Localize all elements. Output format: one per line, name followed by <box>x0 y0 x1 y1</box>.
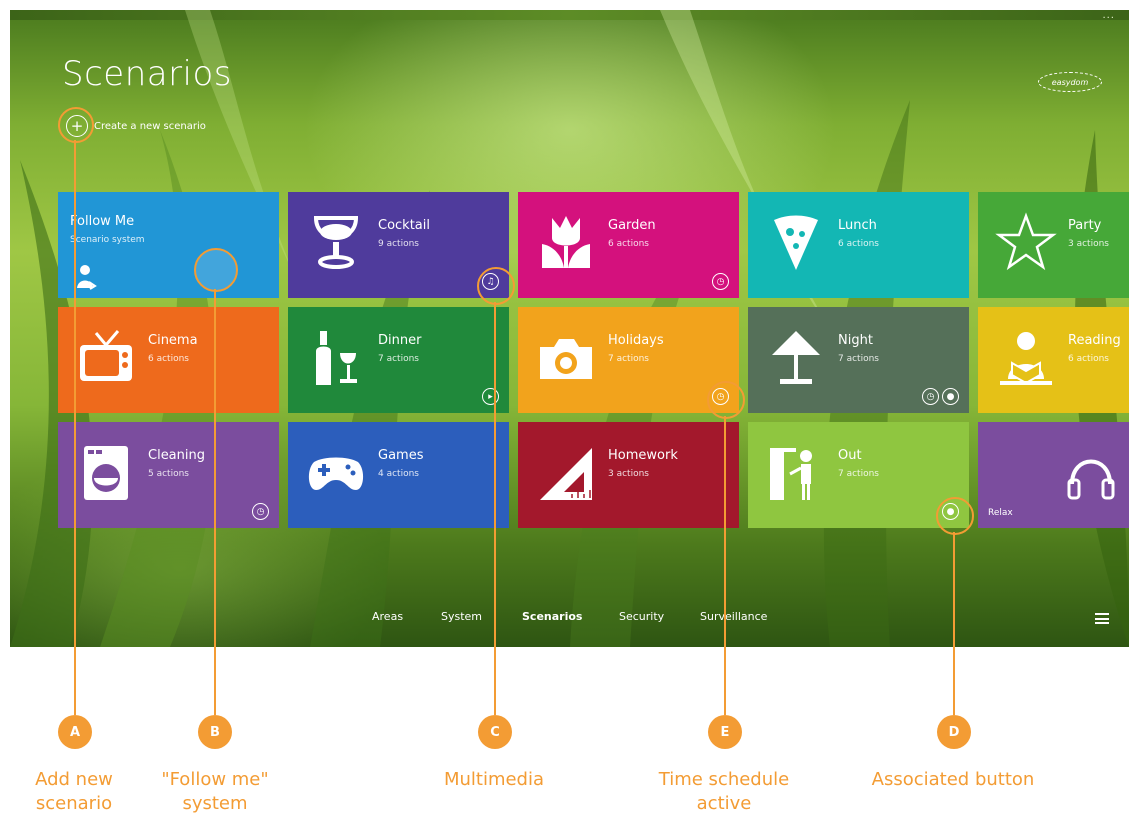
star-icon <box>995 212 1057 271</box>
camera-icon <box>540 339 592 379</box>
tile-sub: 7 actions <box>378 354 419 364</box>
tile-name: Games <box>378 448 424 463</box>
tile-sub: 4 actions <box>378 469 419 479</box>
tile-dinner[interactable]: Dinner 7 actions ▸ <box>288 307 509 413</box>
tile-homework[interactable]: Homework 3 actions <box>518 422 739 528</box>
callout-line-e <box>724 416 726 715</box>
tile-name: Follow Me <box>70 214 135 229</box>
callout-ring-d <box>936 497 974 535</box>
clock-icon: ◷ <box>252 503 269 520</box>
callout-caption-e: Time schedule active <box>658 769 790 814</box>
callout-caption-c: Multimedia <box>443 769 545 790</box>
clock-icon: ◷ <box>712 273 729 290</box>
tile-games[interactable]: Games 4 actions <box>288 422 509 528</box>
callout-caption-d: Associated button <box>871 769 1035 790</box>
person-icon <box>77 265 97 290</box>
callout-line-c <box>494 302 496 715</box>
reader-icon <box>1000 332 1052 385</box>
lamp-icon <box>772 331 820 384</box>
tile-sub: 5 actions <box>148 469 189 479</box>
callout-marker-b: B <box>198 715 232 749</box>
app-screen: ... Scenarios + Create a new scenario ea… <box>10 10 1129 647</box>
callout-marker-e: E <box>708 715 742 749</box>
callout-ring-b <box>194 248 238 292</box>
tile-sub: 3 actions <box>608 469 649 479</box>
tile-sub: 9 actions <box>378 239 419 249</box>
tile-sub: 6 actions <box>838 239 879 249</box>
gamepad-icon <box>308 457 364 490</box>
tile-name: Homework <box>608 448 678 463</box>
tile-name: Lunch <box>838 218 877 233</box>
tile-name: Night <box>838 333 873 348</box>
callout-ring-e <box>707 381 745 419</box>
glass-icon <box>313 216 359 269</box>
clock-icon: ◷ <box>922 388 939 405</box>
setsquare-icon <box>540 448 592 500</box>
tile-sub: 3 actions <box>1068 239 1109 249</box>
callout-ring-c <box>477 267 515 305</box>
tile-name: Dinner <box>378 333 422 348</box>
page-title: Scenarios <box>62 54 233 94</box>
exit-icon <box>770 448 812 500</box>
washer-icon <box>84 446 128 500</box>
callout-marker-a: A <box>58 715 92 749</box>
tile-name: Out <box>838 448 862 463</box>
tulip-icon <box>542 216 590 268</box>
tile-cocktail[interactable]: Cocktail 9 actions ♫ <box>288 192 509 298</box>
tile-holidays[interactable]: Holidays 7 actions ◷ <box>518 307 739 413</box>
tile-sub: Scenario system <box>70 235 145 245</box>
tile-garden[interactable]: Garden 6 actions ◷ <box>518 192 739 298</box>
pizza-icon <box>774 215 818 270</box>
nav-system[interactable]: System <box>441 610 482 623</box>
create-scenario-label: Create a new scenario <box>94 120 206 132</box>
tv-icon <box>80 330 132 381</box>
tile-name: Holidays <box>608 333 664 348</box>
play-icon: ▸ <box>482 388 499 405</box>
tile-name: Reading <box>1068 333 1121 348</box>
associated-button-icon: ● <box>942 388 959 405</box>
tile-night[interactable]: Night 7 actions ◷ ● <box>748 307 969 413</box>
headphones-icon <box>1067 459 1115 500</box>
tile-relax[interactable]: Relax <box>978 422 1129 528</box>
callout-marker-c: C <box>478 715 512 749</box>
menu-icon[interactable] <box>1095 613 1109 624</box>
tile-reading[interactable]: Reading 6 actions <box>978 307 1129 413</box>
tile-lunch[interactable]: Lunch 6 actions <box>748 192 969 298</box>
callout-line-d <box>953 532 955 715</box>
tile-name: Party <box>1068 218 1102 233</box>
tile-sub: 7 actions <box>838 354 879 364</box>
tile-name: Cleaning <box>148 448 205 463</box>
bottle-icon <box>316 331 357 385</box>
tile-name: Cinema <box>148 333 198 348</box>
callout-ring-a <box>58 107 94 143</box>
callout-caption-a: Add new scenario <box>35 769 113 814</box>
tile-sub: 6 actions <box>608 239 649 249</box>
callout-line-b <box>214 289 216 715</box>
tile-follow-me[interactable]: Follow Me Scenario system <box>58 192 279 298</box>
tile-sub: 6 actions <box>148 354 189 364</box>
callout-marker-d: D <box>937 715 971 749</box>
tile-cleaning[interactable]: Cleaning 5 actions ◷ <box>58 422 279 528</box>
tile-name: Relax <box>988 508 1013 518</box>
tile-party[interactable]: Party 3 actions <box>978 192 1129 298</box>
nav-areas[interactable]: Areas <box>372 610 403 623</box>
callout-line-a <box>74 140 76 715</box>
tile-name: Garden <box>608 218 656 233</box>
callout-caption-b: "Follow me" system <box>161 769 269 814</box>
tile-sub: 6 actions <box>1068 354 1109 364</box>
nav-scenarios[interactable]: Scenarios <box>522 610 582 623</box>
tile-name: Cocktail <box>378 218 430 233</box>
tile-sub: 7 actions <box>838 469 879 479</box>
nav-security[interactable]: Security <box>619 610 664 623</box>
tile-cinema[interactable]: Cinema 6 actions <box>58 307 279 413</box>
nav-surveillance[interactable]: Surveillance <box>700 610 767 623</box>
tile-sub: 7 actions <box>608 354 649 364</box>
brand-logo: easydom <box>1038 72 1102 92</box>
